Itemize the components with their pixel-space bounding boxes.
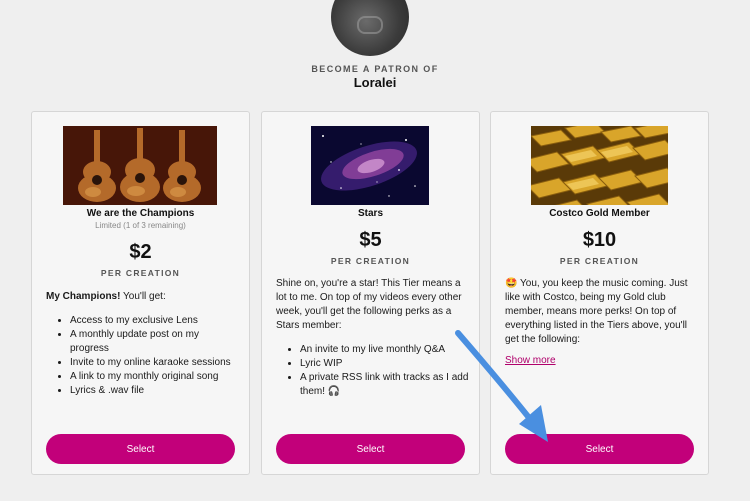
list-item: A private RSS link with tracks as I add …	[300, 371, 470, 399]
tier-price: $10	[582, 229, 617, 251]
tier-description: Shine on, you're a star! This Tier means…	[276, 277, 470, 399]
creator-avatar	[331, 0, 409, 56]
select-button[interactable]: Select	[276, 434, 465, 464]
tier-name: Costco Gold Member	[549, 208, 650, 219]
tier-intro: 🤩 You, you keep the music coming. Just l…	[505, 278, 688, 345]
tier-name: Stars	[357, 208, 383, 219]
show-more-link[interactable]: Show more	[505, 355, 556, 366]
list-item: Invite to my online karaoke sessions	[70, 356, 240, 370]
list-item: A link to my monthly original song	[70, 370, 240, 384]
gold-bars-image	[531, 126, 668, 205]
tier-intro: My Champions! You'll get:	[46, 290, 240, 304]
creator-name: Loralei	[353, 75, 397, 90]
tier-description: 🤩 You, you keep the music coming. Just l…	[505, 277, 699, 347]
tier-per-creation: PER CREATION	[559, 256, 640, 266]
become-patron-label: BECOME A PATRON OF	[311, 64, 439, 74]
select-button[interactable]: Select	[46, 434, 235, 464]
tier-limit: Limited (1 of 3 remaining)	[95, 221, 186, 230]
perk-list: Access to my exclusive Lens A monthly up…	[46, 314, 240, 398]
galaxy-image	[311, 126, 429, 205]
list-item: Lyrics & .wav file	[70, 384, 240, 398]
tier-price: $5	[359, 229, 382, 251]
tier-price: $2	[129, 241, 152, 263]
list-item: A monthly update post on my progress	[70, 328, 240, 356]
tier-intro: Shine on, you're a star! This Tier means…	[276, 278, 462, 331]
perk-list: An invite to my live monthly Q&A Lyric W…	[276, 343, 470, 399]
tier-name: We are the Champions	[86, 208, 195, 219]
tier-intro-text: You'll get:	[120, 291, 166, 302]
tier-intro-bold: My Champions!	[46, 291, 121, 302]
tier-card-champions: We are the Champions Limited (1 of 3 rem…	[31, 111, 250, 475]
list-item: Lyric WIP	[300, 357, 470, 371]
list-item: An invite to my live monthly Q&A	[300, 343, 470, 357]
guitars-image	[63, 126, 217, 205]
list-item: Access to my exclusive Lens	[70, 314, 240, 328]
tier-card-costco-gold: Costco Gold Member $10 PER CREATION 🤩 Yo…	[490, 111, 709, 475]
tier-per-creation: PER CREATION	[100, 268, 181, 278]
tier-per-creation: PER CREATION	[330, 256, 411, 266]
tier-card-stars: Stars $5 PER CREATION Shine on, you're a…	[261, 111, 480, 475]
tier-description: My Champions! You'll get: Access to my e…	[46, 290, 240, 398]
select-button[interactable]: Select	[505, 434, 694, 464]
